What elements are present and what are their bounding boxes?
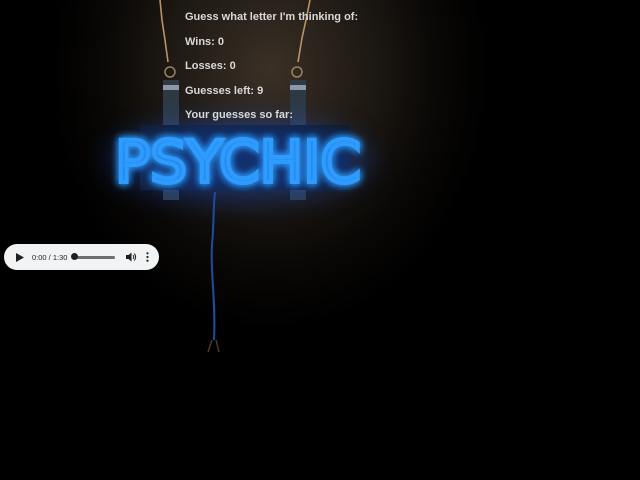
more-options-button[interactable] [143,251,151,263]
game-prompt: Guess what letter I'm thinking of: [185,11,359,23]
more-vert-icon [146,252,149,262]
wins-line: Wins: 0 [185,35,358,60]
losses-label: Losses: [185,60,227,72]
guesses-so-far-line: Your guesses so far: [185,108,358,133]
losses-line: Losses: 0 [185,59,358,84]
neon-cable [210,191,216,341]
losses-value: 0 [229,60,236,72]
game-panel: Guess what letter I'm thinking of: Wins:… [185,10,358,133]
guesses-so-far-label: Your guesses so far: [185,109,293,121]
time-display: 0:00 / 1:30 [32,252,68,262]
neon-sign-text: PSYCHIC [115,128,361,196]
wins-value: 0 [217,35,225,48]
play-button[interactable] [14,251,26,263]
guesses-left-line: Guesses left: 9 [185,84,358,109]
volume-icon [125,252,137,262]
left-hook [164,66,176,78]
volume-button[interactable] [125,251,137,263]
seek-thumb[interactable] [71,253,79,260]
left-chain [159,0,169,63]
guesses-left-value: 9 [257,84,264,97]
left-post-band [163,85,179,90]
wins-label: Wins: [185,35,215,48]
audio-player: 0:00 / 1:30 [4,244,159,270]
guesses-left-label: Guesses left: [185,84,255,97]
play-icon [16,252,24,262]
cable-ends [207,339,220,353]
seek-slider[interactable] [71,253,116,260]
page: PSYCHIC Guess what letter I'm thinking o… [0,0,640,480]
